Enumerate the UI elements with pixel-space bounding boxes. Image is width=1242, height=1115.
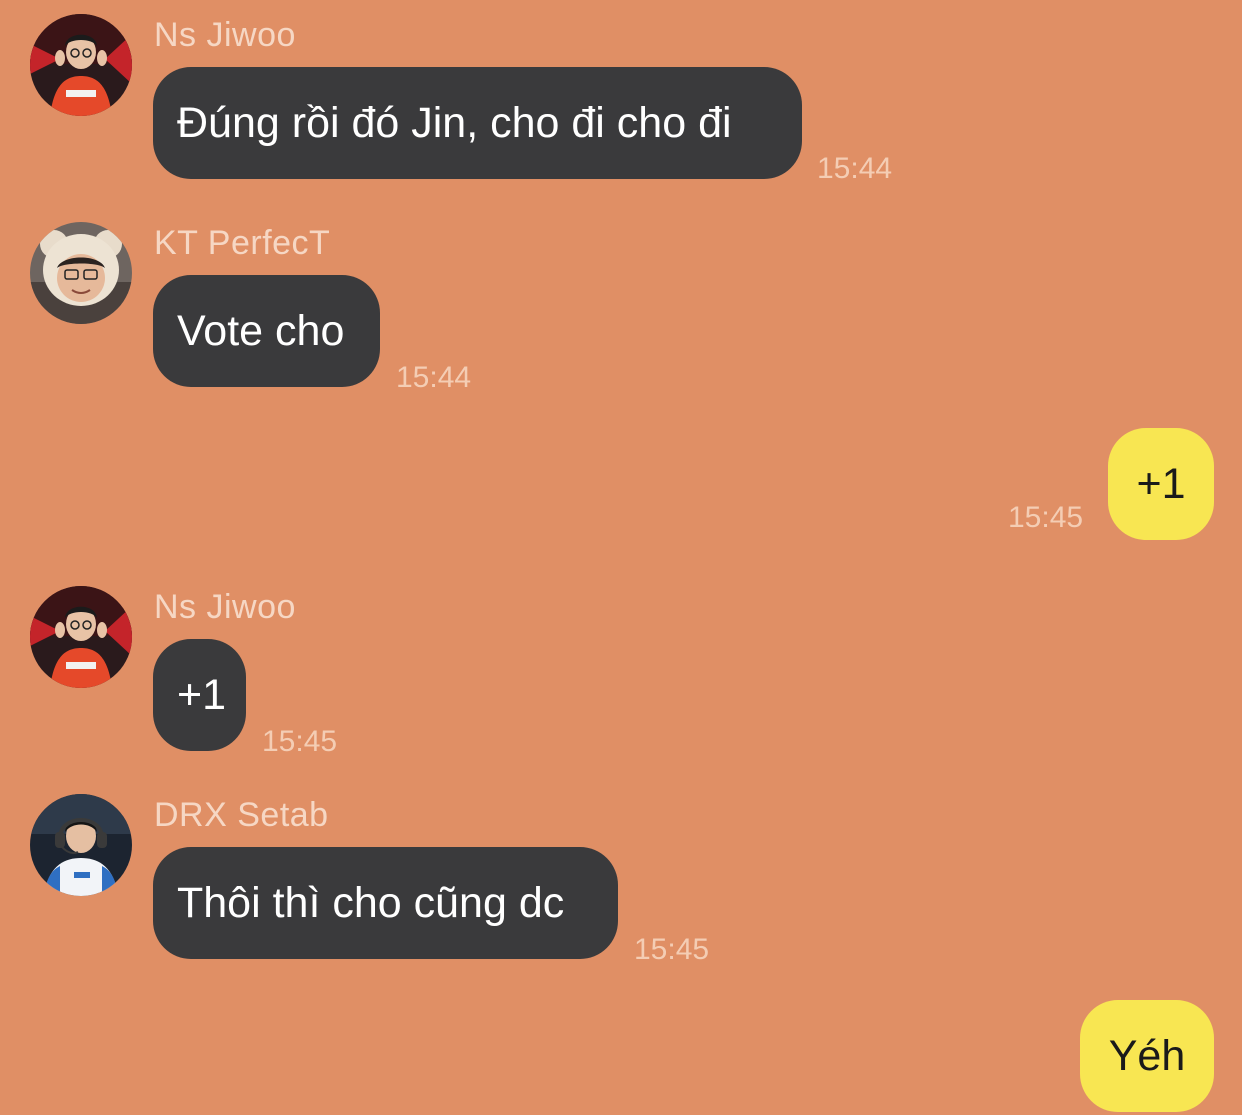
message-text: +1 xyxy=(1136,459,1186,508)
message-timestamp: 15:44 xyxy=(817,152,893,185)
avatar[interactable] xyxy=(30,586,132,688)
message-timestamp: 15:45 xyxy=(634,933,710,966)
message-text: Thôi thì cho cũng dc xyxy=(177,878,565,927)
sender-name: DRX Setab xyxy=(154,796,329,834)
bear-hat-avatar-icon xyxy=(30,222,132,324)
message-text: +1 xyxy=(177,670,227,719)
avatar[interactable] xyxy=(30,794,132,896)
message-text: Vote cho xyxy=(177,306,345,355)
message-timestamp: 15:45 xyxy=(262,725,338,758)
message-bubble[interactable]: Vote cho xyxy=(153,275,380,387)
chat-thread[interactable]: Ns Jiwoo Đúng rồi đó Jin, cho đi cho đi … xyxy=(0,0,1242,1115)
sender-name: Ns Jiwoo xyxy=(154,16,296,54)
avatar[interactable] xyxy=(30,222,132,324)
message-text: Yéh xyxy=(1108,1031,1186,1080)
message-bubble[interactable]: Thôi thì cho cũng dc xyxy=(153,847,618,959)
message-text: Đúng rồi đó Jin, cho đi cho đi xyxy=(177,98,732,147)
avatar[interactable] xyxy=(30,14,132,116)
headset-avatar-icon xyxy=(30,794,132,896)
message-bubble[interactable]: Đúng rồi đó Jin, cho đi cho đi xyxy=(153,67,802,179)
message-timestamp: 15:44 xyxy=(396,361,472,394)
message-timestamp: 15:45 xyxy=(1008,501,1084,534)
sender-name: Ns Jiwoo xyxy=(154,588,296,626)
message-bubble[interactable]: +1 xyxy=(153,639,246,751)
sender-name: KT PerfecT xyxy=(154,224,331,262)
message-bubble[interactable]: Yéh xyxy=(1080,1000,1214,1112)
red-jersey-avatar-icon xyxy=(30,14,132,116)
message-bubble[interactable]: +1 xyxy=(1108,428,1214,540)
red-jersey-avatar-icon xyxy=(30,586,132,688)
